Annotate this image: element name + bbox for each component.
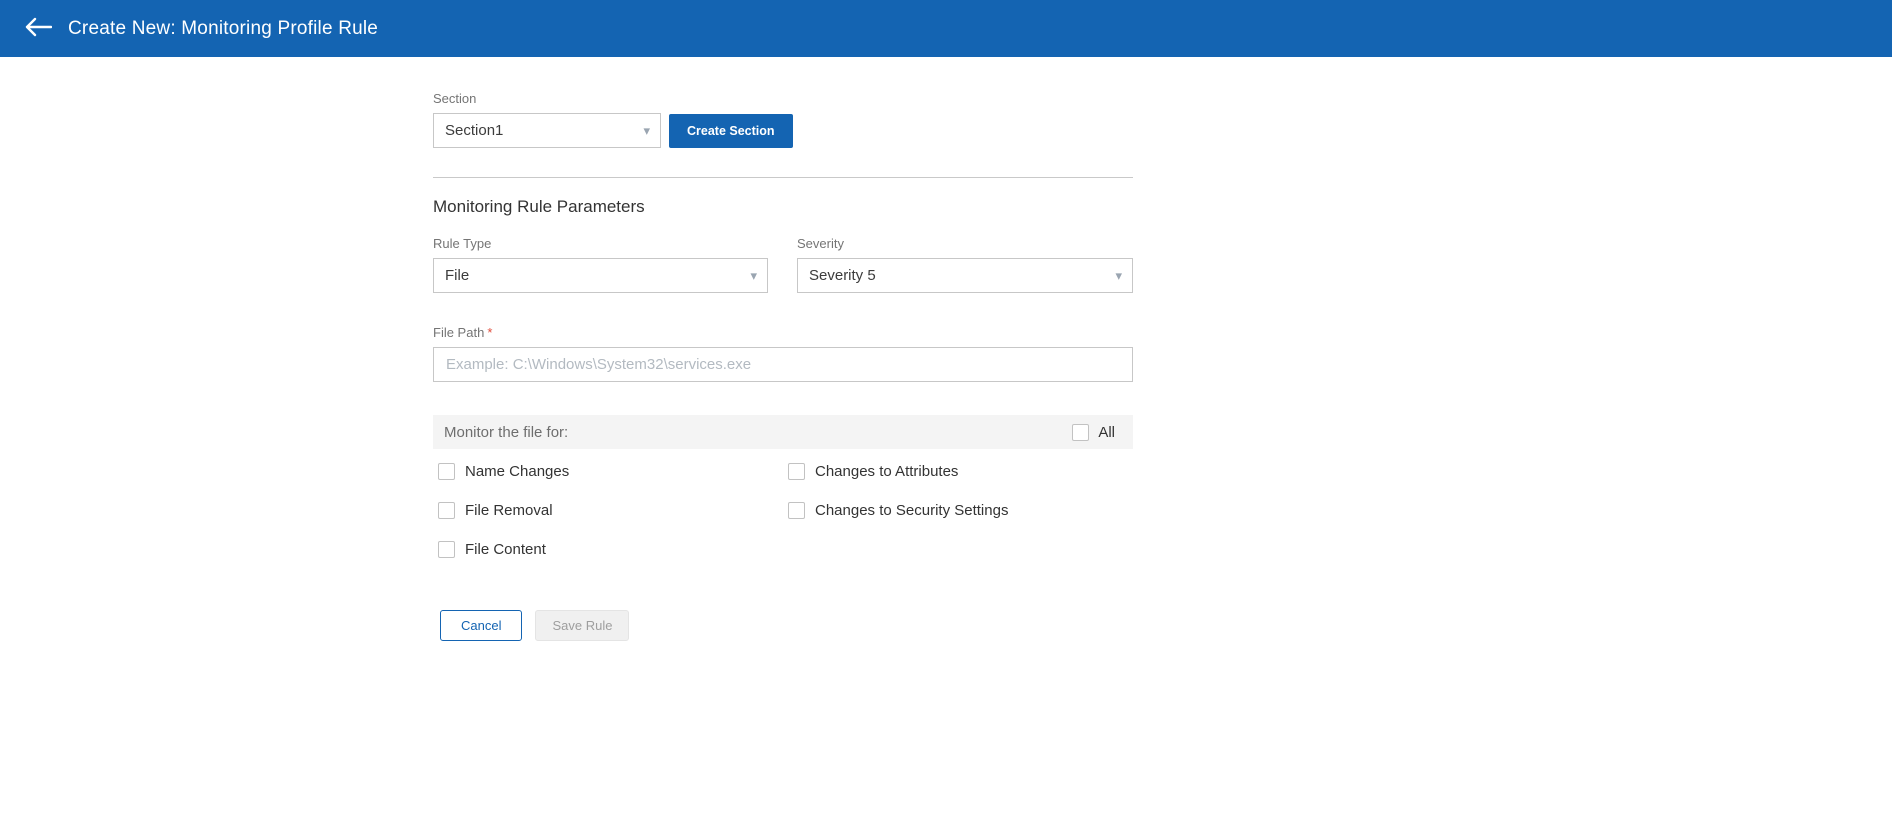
header-bar: Create New: Monitoring Profile Rule [0, 0, 1892, 57]
back-button[interactable] [18, 9, 58, 49]
severity-dropdown-value: Severity 5 [809, 267, 876, 284]
required-asterisk: * [487, 325, 492, 340]
all-checkbox-label: All [1098, 424, 1115, 441]
file-path-field: File Path* [433, 325, 1133, 382]
page-title: Create New: Monitoring Profile Rule [68, 18, 378, 40]
chevron-down-icon: ▾ [1115, 269, 1122, 282]
section-label: Section [433, 91, 1133, 106]
monitor-header-bar: Monitor the file for: All [433, 415, 1133, 449]
section-dropdown-value: Section1 [445, 122, 503, 139]
checkbox-icon[interactable] [438, 502, 455, 519]
file-path-input[interactable] [433, 347, 1133, 382]
create-section-button[interactable]: Create Section [669, 114, 793, 148]
cancel-button[interactable]: Cancel [440, 610, 522, 641]
form-actions: Cancel Save Rule [433, 610, 1133, 641]
checkbox-file-removal[interactable]: File Removal [438, 502, 788, 519]
checkbox-changes-to-security-settings[interactable]: Changes to Security Settings [788, 502, 1133, 519]
parameters-heading: Monitoring Rule Parameters [433, 197, 1133, 217]
all-checkbox[interactable] [1072, 424, 1089, 441]
chevron-down-icon: ▾ [750, 269, 757, 282]
create-rule-form: Section Section1 ▾ Create Section Monito… [433, 57, 1133, 641]
monitor-heading: Monitor the file for: [444, 424, 568, 441]
section-divider [433, 177, 1133, 178]
file-path-label: File Path* [433, 325, 1133, 340]
grid-spacer [788, 541, 1133, 558]
rule-type-field: Rule Type File ▾ [433, 236, 768, 293]
checkbox-label: Name Changes [465, 463, 569, 480]
section-dropdown[interactable]: Section1 ▾ [433, 113, 661, 148]
save-rule-button[interactable]: Save Rule [535, 610, 629, 641]
checkbox-icon[interactable] [788, 463, 805, 480]
arrow-left-icon [24, 17, 52, 40]
checkbox-icon[interactable] [788, 502, 805, 519]
severity-label: Severity [797, 236, 1133, 251]
monitor-all-toggle[interactable]: All [1072, 424, 1115, 441]
checkbox-label: File Content [465, 541, 546, 558]
monitor-options-grid: Name Changes Changes to Attributes File … [433, 463, 1133, 558]
checkbox-name-changes[interactable]: Name Changes [438, 463, 788, 480]
rule-type-severity-row: Rule Type File ▾ Severity Severity 5 ▾ [433, 236, 1133, 293]
checkbox-icon[interactable] [438, 541, 455, 558]
severity-dropdown[interactable]: Severity 5 ▾ [797, 258, 1133, 293]
checkbox-file-content[interactable]: File Content [438, 541, 788, 558]
rule-type-dropdown[interactable]: File ▾ [433, 258, 768, 293]
severity-field: Severity Severity 5 ▾ [797, 236, 1133, 293]
checkbox-label: Changes to Security Settings [815, 502, 1008, 519]
checkbox-icon[interactable] [438, 463, 455, 480]
chevron-down-icon: ▾ [643, 124, 650, 137]
rule-type-dropdown-value: File [445, 267, 469, 284]
checkbox-changes-to-attributes[interactable]: Changes to Attributes [788, 463, 1133, 480]
checkbox-label: File Removal [465, 502, 553, 519]
section-row: Section1 ▾ Create Section [433, 113, 1133, 148]
rule-type-label: Rule Type [433, 236, 768, 251]
checkbox-label: Changes to Attributes [815, 463, 958, 480]
